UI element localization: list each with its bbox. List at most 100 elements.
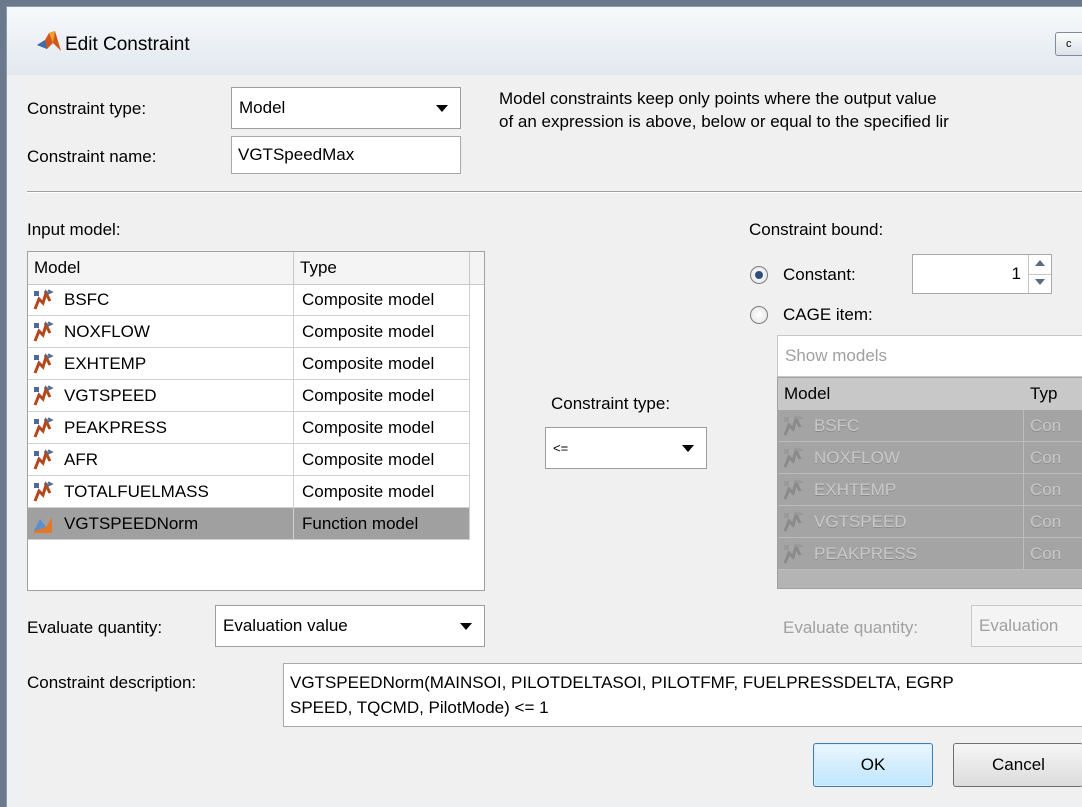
chevron-down-icon [460,623,472,630]
constraint-name-label: Constraint name: [27,147,157,166]
composite-model-icon [782,510,804,533]
table-row[interactable]: TOTALFUELMASS Composite model [28,476,470,508]
cell-type: Con [1030,544,1062,563]
constraint-name-field[interactable]: VGTSpeedMax [231,136,461,174]
matlab-logo-icon [37,31,61,51]
show-models-value: Show models [785,346,888,365]
cage-evaluate-quantity-value: Evaluation [979,616,1059,635]
column-header-type[interactable]: Type [294,252,470,284]
table-row[interactable]: VGTSPEEDNorm Function model [28,508,470,540]
cell-model: BSFC [28,284,294,316]
column-header-model[interactable]: Model [778,378,1024,410]
evaluate-quantity-value: Evaluation value [223,616,348,635]
show-models-dropdown[interactable]: Show models [777,335,1082,377]
composite-model-icon [32,416,54,439]
description-text-line2: of an expression is above, below or equa… [499,112,949,131]
composite-model-icon [32,320,54,343]
composite-model-icon [32,352,54,375]
ok-label: OK [860,755,886,774]
table-header: Model Type [28,252,484,285]
edit-constraint-dialog: Edit Constraint c Constraint type: Model… [6,6,1082,807]
cell-model: BSFC [778,410,1024,442]
constant-spinner[interactable]: 1 [912,254,1052,294]
cell-model: PEAKPRESS [778,538,1024,570]
composite-model-icon [782,478,804,501]
table-row: PEAKPRESS Con [778,538,1082,570]
ok-button[interactable]: OK [813,743,933,787]
cell-type: Con [1030,416,1062,435]
cell-model: TOTALFUELMASS [28,476,294,508]
constant-value: 1 [1011,264,1021,283]
cell-model: NOXFLOW [778,442,1024,474]
model-name: VGTSPEED [64,386,157,405]
model-name: EXHTEMP [814,480,897,499]
column-header-type[interactable]: Typ [1024,378,1082,410]
table-row[interactable]: VGTSPEED Composite model [28,380,470,412]
constraint-description-field[interactable]: VGTSPEEDNorm(MAINSOI, PILOTDELTASOI, PIL… [283,663,1082,727]
column-header-model[interactable]: Model [28,252,294,284]
cell-type: Composite model [294,380,470,412]
cell-model: PEAKPRESS [28,412,294,444]
constant-label: Constant: [783,265,856,284]
constraint-name-value: VGTSpeedMax [238,145,355,164]
title-bar[interactable]: Edit Constraint c [7,7,1082,75]
cancel-label: Cancel [992,755,1045,774]
table-header: Model Typ [778,378,1082,411]
cell-type: Composite model [294,444,470,476]
table-row: VGTSPEED Con [778,506,1082,538]
cell-type: Composite model [294,284,470,316]
composite-model-icon [782,542,804,565]
cell-model: VGTSPEEDNorm [28,508,294,540]
table-row[interactable]: PEAKPRESS Composite model [28,412,470,444]
window-title: Edit Constraint [65,34,190,55]
constraint-type-dropdown[interactable]: Model [231,87,461,129]
cage-item-label: CAGE item: [783,305,873,324]
model-name: NOXFLOW [64,322,150,341]
model-name: TOTALFUELMASS [64,482,209,501]
operator-label: Constraint type: [551,394,671,413]
constant-radio[interactable] [750,266,768,284]
cell-type: Con [1030,480,1062,499]
model-name: EXHTEMP [64,354,147,373]
chevron-down-icon [682,445,694,452]
cage-item-table[interactable]: Model Typ BSFC Con NOXFLOW Con EXHTEMP Con VGT… [777,377,1082,589]
constraint-type-label: Constraint type: [27,99,147,118]
constraint-type-value: Model [239,98,286,117]
cage-item-radio[interactable] [750,306,768,324]
cancel-button[interactable]: Cancel [953,743,1082,787]
cell-model: VGTSPEED [778,506,1024,538]
model-name: VGTSPEED [814,512,907,531]
model-name: PEAKPRESS [814,544,917,563]
spinner-down-icon[interactable] [1029,274,1051,293]
dialog-content: Constraint type: Model Constraint name: … [21,75,1082,801]
cell-model: NOXFLOW [28,316,294,348]
model-name: BSFC [64,290,110,309]
description-line2: SPEED, TQCMD, PilotMode) <= 1 [290,698,549,717]
composite-model-icon [782,446,804,469]
input-model-label: Input model: [27,220,121,239]
spinner-up-icon[interactable] [1029,255,1051,275]
table-row[interactable]: NOXFLOW Composite model [28,316,470,348]
composite-model-icon [32,384,54,407]
cage-evaluate-quantity-dropdown[interactable]: Evaluation [971,605,1082,647]
table-row: BSFC Con [778,410,1082,442]
cell-type: Composite model [294,412,470,444]
table-row[interactable]: EXHTEMP Composite model [28,348,470,380]
model-name: BSFC [814,416,860,435]
cage-evaluate-quantity-label: Evaluate quantity: [783,618,919,637]
window-control-button[interactable]: c [1055,32,1082,56]
table-row: NOXFLOW Con [778,442,1082,474]
operator-dropdown[interactable]: <= [545,427,707,469]
input-model-table[interactable]: Model Type BSFC Composite model NOXFLOW Com… [27,251,485,591]
table-row[interactable]: AFR Composite model [28,444,470,476]
composite-model-icon [32,480,54,503]
divider [27,191,1082,193]
table-row[interactable]: BSFC Composite model [28,284,470,316]
cell-model: EXHTEMP [28,348,294,380]
evaluate-quantity-dropdown[interactable]: Evaluation value [215,605,485,647]
composite-model-icon [782,414,804,437]
cell-type: Con [1030,512,1062,531]
description-line1: VGTSPEEDNorm(MAINSOI, PILOTDELTASOI, PIL… [290,673,954,692]
model-name: NOXFLOW [814,448,900,467]
cell-type: Composite model [294,476,470,508]
